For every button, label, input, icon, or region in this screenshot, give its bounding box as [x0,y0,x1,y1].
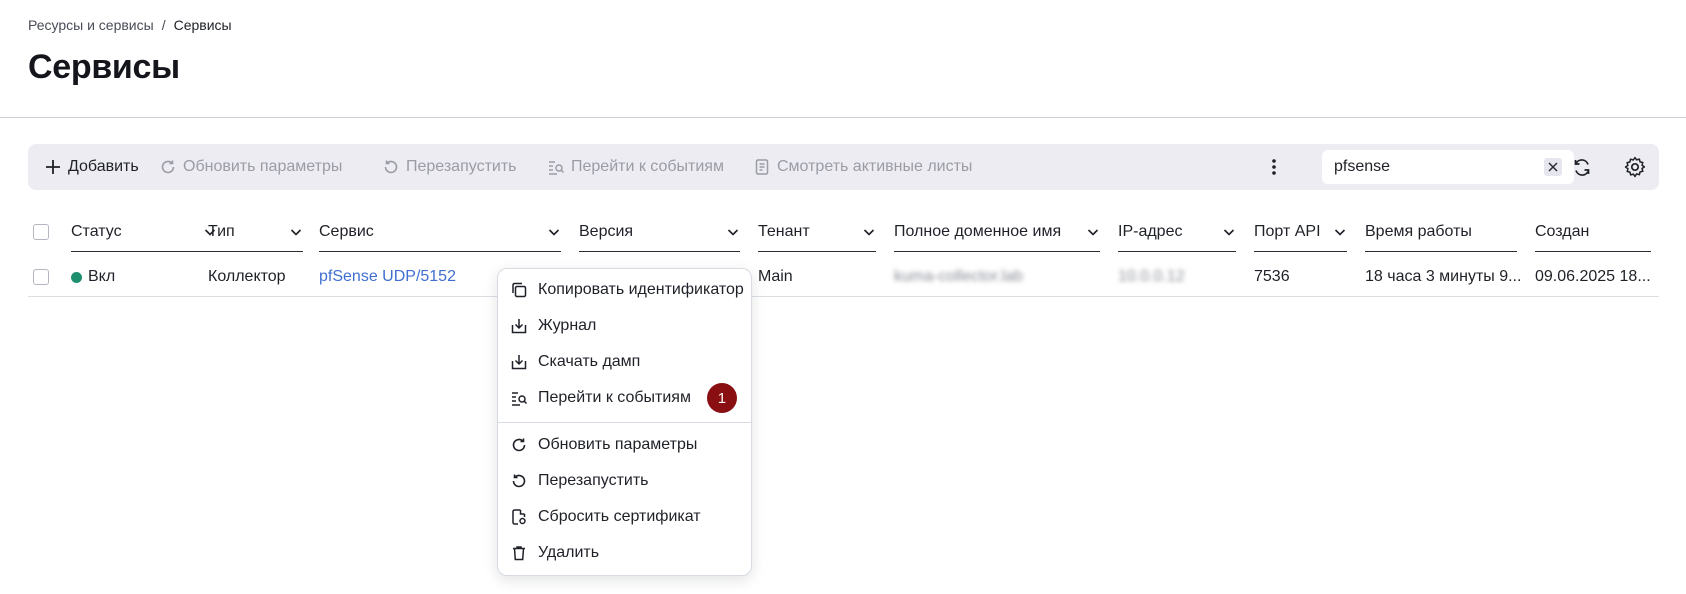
created-cell: 09.06.2025 18... [1535,268,1651,285]
copy-icon [512,282,527,298]
clear-search-icon[interactable] [1544,158,1562,176]
tenant-cell: Main [758,268,793,285]
update-params-button[interactable]: Обновить параметры [159,144,342,190]
status-label: Вкл [88,268,116,285]
breadcrumb-current: Сервисы [173,17,232,33]
type-cell: Коллектор [208,268,286,285]
chevron-down-icon [1087,228,1099,236]
menu-item-label: Скачать дамп [538,353,641,370]
go-to-events-label: Перейти к событиям [571,158,724,175]
column-header-fqdn-label: Полное доменное имя [894,222,1062,240]
column-header-type[interactable]: Тип [208,212,303,252]
status-cell: Вкл [71,258,201,296]
uptime-cell: 18 часа 3 минуты 9... [1365,268,1522,285]
menu-item-reset-certificate[interactable]: Сбросить сертификат [510,502,701,532]
breadcrumb-parent-link[interactable]: Ресурсы и сервисы [28,17,154,33]
column-header-fqdn[interactable]: Полное доменное имя [894,212,1100,252]
row-context-menu: Копировать идентификатор Журнал Скачать … [497,268,752,576]
update-params-label: Обновить параметры [183,158,343,175]
chevron-down-icon [727,228,739,236]
column-header-ip[interactable]: IP-адрес [1118,212,1236,252]
events-search-icon [512,392,528,406]
chevron-down-icon [863,228,875,236]
menu-item-download-dump[interactable]: Скачать дамп [510,347,640,377]
menu-item-restart[interactable]: Перезапустить [510,466,649,496]
menu-item-update-params[interactable]: Обновить параметры [510,430,697,460]
header-divider [0,117,1686,118]
menu-item-label: Перезапустить [538,472,649,489]
column-header-created[interactable]: Создан [1535,212,1651,252]
row-checkbox[interactable] [33,269,49,285]
restart-button[interactable]: Перезапустить [382,144,517,190]
menu-divider [498,422,751,423]
gear-icon[interactable] [1624,156,1646,178]
chevron-down-icon [1223,228,1235,236]
go-to-events-button[interactable]: Перейти к событиям [547,144,724,190]
restart-icon [512,474,526,488]
menu-item-label: Обновить параметры [538,436,698,453]
column-header-uptime[interactable]: Время работы [1365,212,1517,252]
menu-item-label: Удалить [538,544,600,561]
menu-item-journal[interactable]: Журнал [510,311,596,341]
view-active-lists-label: Смотреть активные листы [777,158,973,175]
status-on-indicator [71,271,82,283]
column-header-tenant-label: Тенант [758,222,810,240]
step-badge: 1 [706,383,737,413]
column-header-service[interactable]: Сервис [319,212,561,252]
events-search-icon [549,161,565,175]
menu-item-delete[interactable]: Удалить [510,538,599,568]
download-icon [511,319,527,334]
menu-item-copy-id[interactable]: Копировать идентификатор [510,275,744,305]
chevron-down-icon [548,228,560,236]
column-header-ip-label: IP-адрес [1118,222,1183,240]
breadcrumb: Ресурсы и сервисы / Сервисы [28,17,232,33]
search-input[interactable] [1334,150,1524,184]
menu-item-label: Журнал [538,317,597,334]
search-box [1322,150,1574,184]
chevron-down-icon [290,228,302,236]
menu-item-go-to-events[interactable]: Перейти к событиям 1 [510,383,737,413]
plus-icon [46,160,60,174]
column-header-api-port[interactable]: Порт API [1254,212,1347,252]
restart-icon [384,160,398,174]
more-options-icon[interactable] [1265,158,1283,176]
fqdn-cell: kuma-collector.lab [894,268,1023,285]
column-header-type-label: Тип [208,222,235,240]
column-header-tenant[interactable]: Тенант [758,212,876,252]
toolbar: Добавить Обновить параметры Перезапустит… [28,144,1659,190]
view-active-lists-button[interactable]: Смотреть активные листы [753,144,972,190]
add-button[interactable]: Добавить [44,144,139,190]
column-header-version-label: Версия [579,222,634,240]
restart-label: Перезапустить [406,158,517,175]
ip-cell: 10.0.0.12 [1118,268,1185,285]
column-header-service-label: Сервис [319,222,374,240]
menu-item-label: Сбросить сертификат [538,508,701,525]
refresh-icon [512,438,526,452]
column-header-uptime-label: Время работы [1365,222,1472,240]
column-header-version[interactable]: Версия [579,212,740,252]
select-all-checkbox[interactable] [33,224,49,240]
column-header-status[interactable]: Статус [71,212,217,252]
column-header-status-label: Статус [71,222,122,240]
certificate-icon [512,509,526,525]
trash-icon [513,546,525,561]
api-port-cell: 7536 [1254,268,1290,285]
row-divider [28,296,1659,297]
download-icon [511,355,527,370]
chevron-down-icon [1334,228,1346,236]
reload-icon[interactable] [1571,156,1593,178]
page-title: Сервисы [28,48,180,86]
refresh-icon [161,160,175,174]
column-header-created-label: Создан [1535,222,1590,240]
menu-item-label: Перейти к событиям [538,389,691,406]
menu-item-label: Копировать идентификатор [538,281,744,298]
add-button-label: Добавить [68,158,139,175]
breadcrumb-separator: / [161,17,166,33]
document-icon [755,159,769,175]
column-header-api-port-label: Порт API [1254,222,1321,240]
